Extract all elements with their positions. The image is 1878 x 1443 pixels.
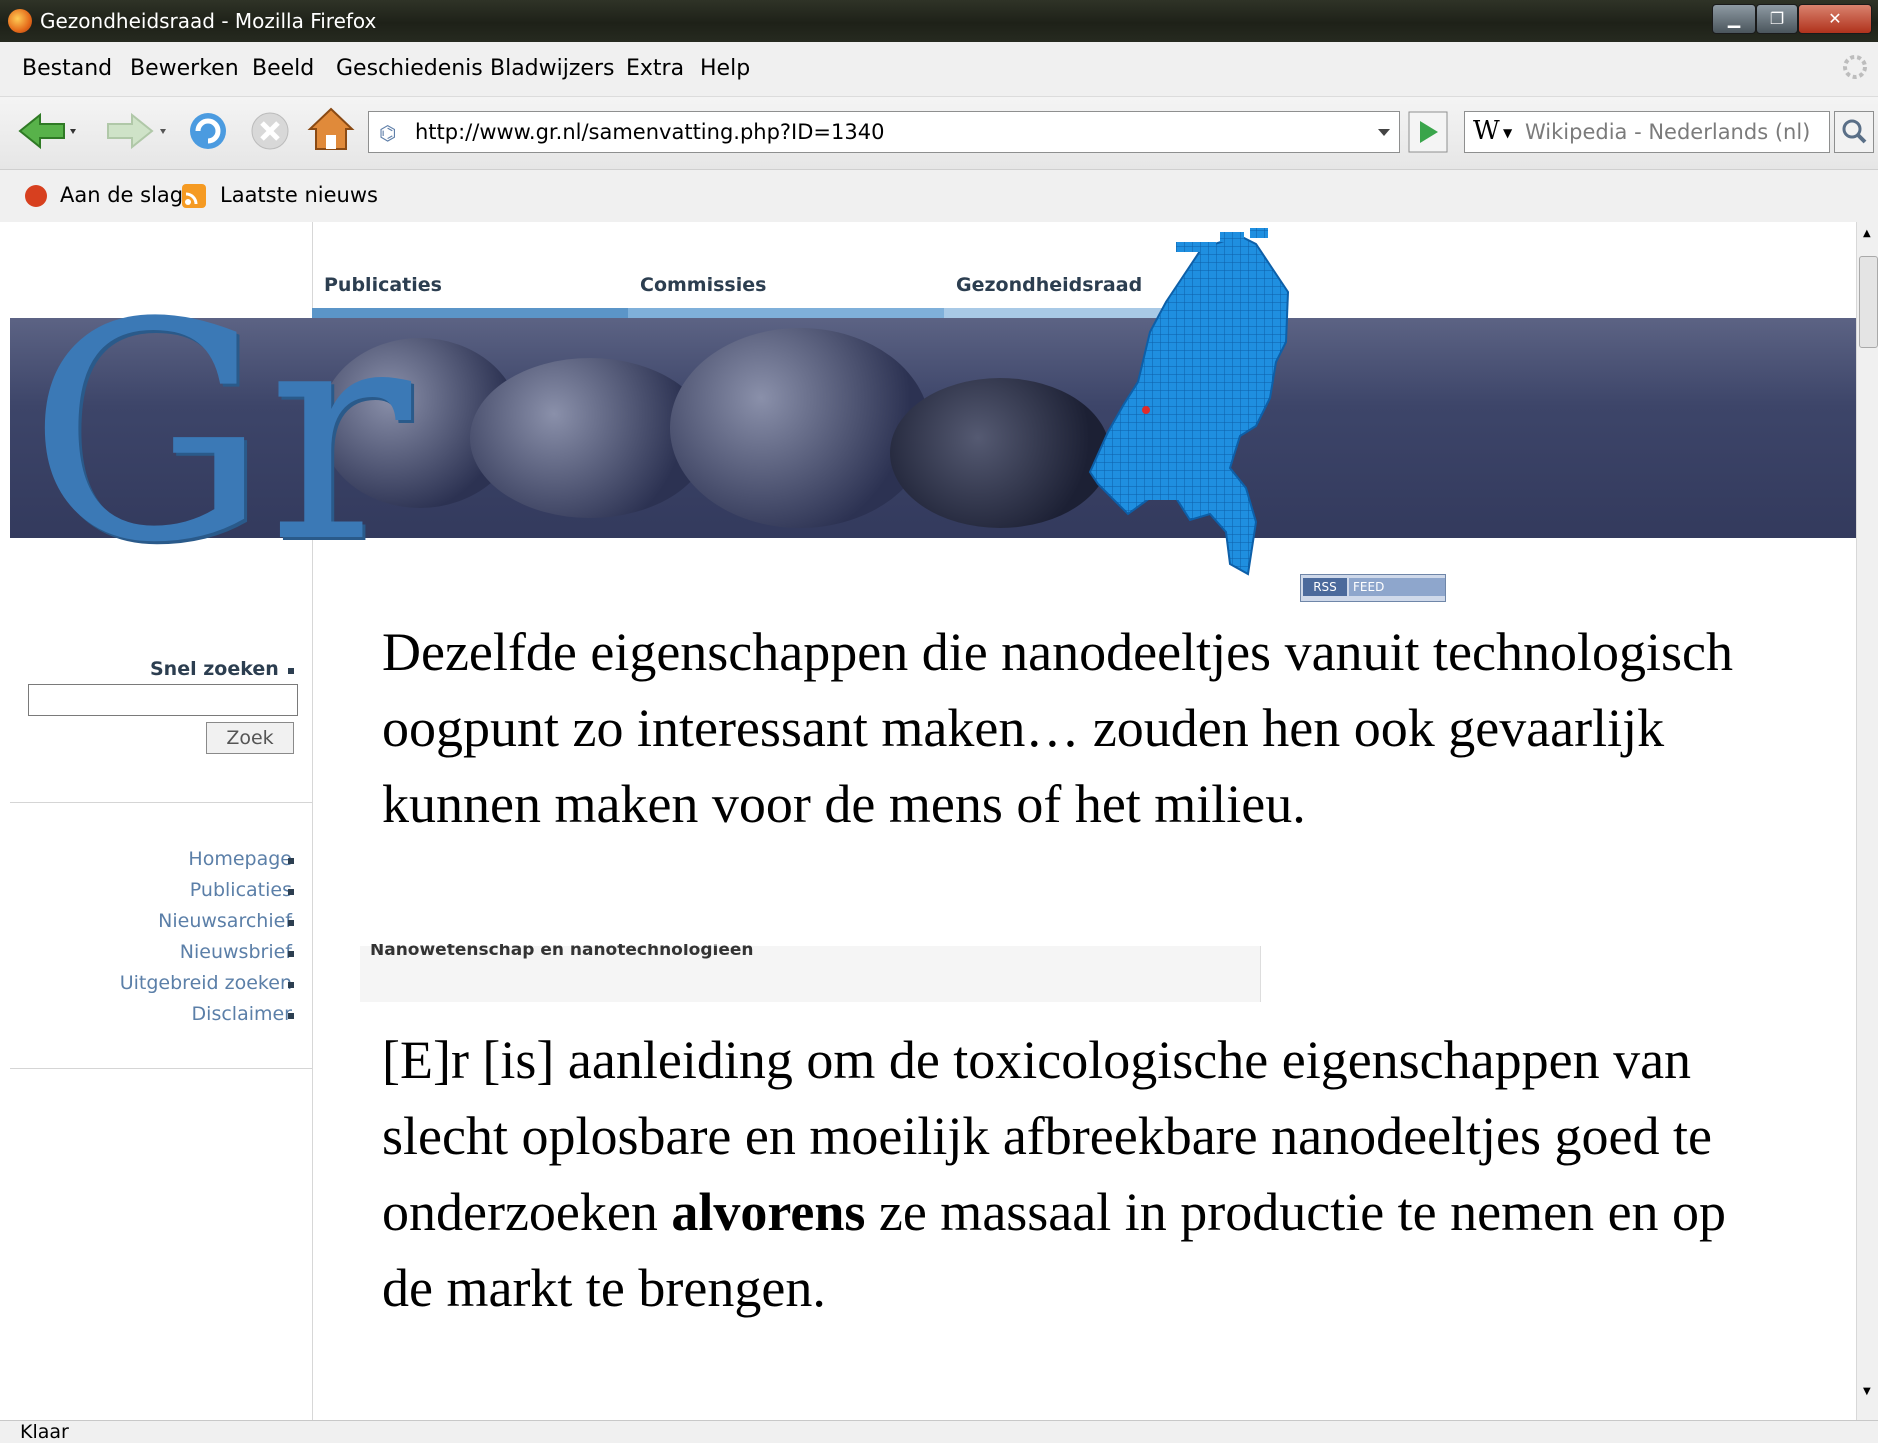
- menu-bladwijzers[interactable]: Bladwijzers: [490, 56, 614, 81]
- sidebar-link-disclaimer[interactable]: Disclaimer: [192, 1003, 292, 1025]
- rss-bookmark-icon: [182, 184, 206, 208]
- status-text: Klaar: [20, 1421, 69, 1443]
- bullet-icon: [288, 1013, 294, 1019]
- reload-icon[interactable]: [184, 107, 232, 155]
- page-favicon-icon: ⌬: [379, 121, 397, 145]
- scroll-thumb[interactable]: [1859, 256, 1878, 348]
- url-text[interactable]: http://www.gr.nl/samenvatting.php?ID=134…: [415, 120, 884, 144]
- menu-bestand[interactable]: Bestand: [22, 56, 112, 81]
- scroll-up-icon[interactable]: ▲: [1863, 228, 1871, 239]
- minimize-button[interactable]: ▁: [1712, 4, 1756, 34]
- throbber-icon: [1843, 55, 1867, 79]
- sidebar-link-homepage[interactable]: Homepage: [188, 848, 292, 870]
- search-placeholder[interactable]: Wikipedia - Nederlands (nl): [1525, 120, 1810, 144]
- bullet-icon: [288, 920, 294, 926]
- bookmark-aan-de-slag[interactable]: Aan de slag: [60, 183, 183, 207]
- menu-bewerken[interactable]: Bewerken: [130, 56, 239, 81]
- rss-label: RSS: [1303, 578, 1347, 596]
- bullet-icon: [288, 858, 294, 864]
- back-button[interactable]: [16, 111, 76, 151]
- stop-icon[interactable]: [246, 107, 294, 155]
- url-dropdown-icon[interactable]: [1370, 112, 1398, 152]
- search-button[interactable]: [1834, 111, 1874, 153]
- status-bar: Klaar: [0, 1420, 1878, 1443]
- sidebar-link-nieuwsarchief[interactable]: Nieuwsarchief: [158, 910, 292, 932]
- home-icon[interactable]: [306, 105, 356, 155]
- quote-1-text: Dezelfde eigenschappen die nanodeeltjes …: [382, 622, 1733, 834]
- sidebar-divider: [10, 802, 312, 803]
- quick-search-input[interactable]: [28, 684, 298, 716]
- gr-logo[interactable]: Gr: [28, 284, 411, 584]
- rss-feed-badge[interactable]: RSS FEED: [1300, 574, 1446, 602]
- menu-extra[interactable]: Extra: [626, 56, 684, 81]
- wikipedia-icon[interactable]: W: [1473, 116, 1500, 146]
- quote-box-2: [E]r [is] aanleiding om de toxicologisch…: [362, 1012, 1802, 1422]
- navigation-toolbar: ⌬ http://www.gr.nl/samenvatting.php?ID=1…: [0, 97, 1878, 170]
- window-title: Gezondheidsraad - Mozilla Firefox: [40, 9, 377, 33]
- menu-bar: Bestand Bewerken Beeld Geschiedenis Blad…: [0, 42, 1878, 97]
- magnifier-icon: [1842, 119, 1867, 144]
- bookmarks-toolbar: Aan de slag Laatste nieuws: [0, 170, 1878, 223]
- zoek-button[interactable]: Zoek: [206, 722, 294, 754]
- bullet-icon: [288, 951, 294, 957]
- vertical-scrollbar[interactable]: ▲ ▼: [1856, 222, 1878, 1422]
- quick-search-label: Snel zoeken: [150, 658, 279, 680]
- quote-box-1: Dezelfde eigenschappen die nanodeeltjes …: [362, 614, 1802, 944]
- bullet-icon: [288, 889, 294, 895]
- bullet-icon: [288, 668, 294, 674]
- menu-geschiedenis[interactable]: Geschiedenis: [336, 56, 483, 81]
- quote-2-text: [E]r [is] aanleiding om de toxicologisch…: [382, 1012, 1762, 1326]
- bookmark-laatste-nieuws[interactable]: Laatste nieuws: [220, 183, 378, 207]
- firefox-icon: [8, 9, 32, 33]
- menu-help[interactable]: Help: [700, 56, 750, 81]
- feed-label: FEED: [1349, 578, 1445, 596]
- menu-beeld[interactable]: Beeld: [252, 56, 314, 81]
- window-title-bar: Gezondheidsraad - Mozilla Firefox ▁ ❐ ✕: [0, 0, 1878, 42]
- page-content: Publicaties Commissies Gezondheidsraad G…: [0, 222, 1856, 1422]
- close-button[interactable]: ✕: [1798, 4, 1872, 34]
- maximize-button[interactable]: ❐: [1756, 4, 1798, 34]
- sidebar-link-uitgebreid-zoeken[interactable]: Uitgebreid zoeken: [120, 972, 292, 994]
- address-bar[interactable]: ⌬ http://www.gr.nl/samenvatting.php?ID=1…: [368, 111, 1400, 153]
- search-bar[interactable]: W ▼ Wikipedia - Nederlands (nl): [1464, 111, 1830, 153]
- quote-2-bold: alvorens: [671, 1182, 866, 1242]
- engine-dropdown-icon[interactable]: ▼: [1503, 126, 1512, 140]
- sidebar-link-publicaties[interactable]: Publicaties: [190, 879, 292, 901]
- sidebar-link-nieuwsbrief[interactable]: Nieuwsbrief: [180, 941, 292, 963]
- scroll-down-icon[interactable]: ▼: [1863, 1386, 1871, 1397]
- nav-underline-commissies: [628, 308, 944, 318]
- forward-button[interactable]: [100, 111, 170, 151]
- go-button[interactable]: [1408, 111, 1448, 153]
- nav-commissies[interactable]: Commissies: [640, 274, 766, 296]
- bullet-icon: [288, 982, 294, 988]
- sidebar-divider: [10, 1068, 312, 1069]
- firefox-bookmark-icon: [25, 185, 47, 207]
